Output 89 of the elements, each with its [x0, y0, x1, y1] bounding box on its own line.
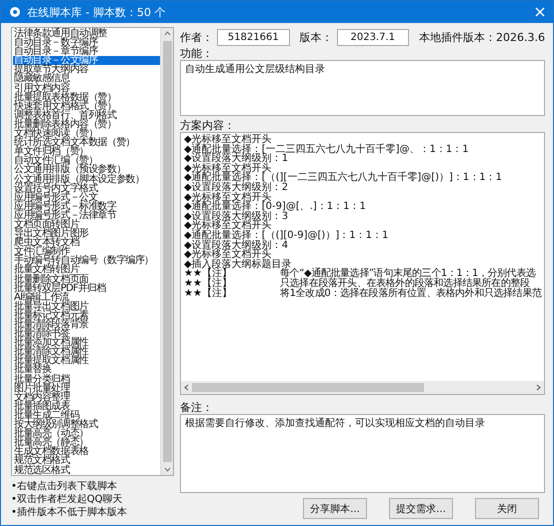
- script-list-item[interactable]: 应用编号形式－法律章节: [13, 210, 160, 220]
- script-content-label: 方案内容：: [180, 119, 235, 132]
- script-list-item[interactable]: 批量删除表格内容（赞）: [13, 120, 160, 130]
- note-text: 只选择在段落开头、在表格外的段落和选择结果所在的整段: [280, 278, 530, 288]
- script-step-line: ◆插入段落大纲标题目录: [184, 260, 292, 270]
- script-list-item[interactable]: 文档内容整理: [13, 392, 160, 402]
- script-step-line: ◆通配批量选择：[（(][一二三四五六七八九十百千零]@[)）]：1：1：1: [184, 173, 503, 183]
- scroll-up-icon[interactable]: [164, 31, 170, 36]
- script-list-item[interactable]: 批量提取表格数据（赞）: [13, 92, 160, 102]
- script-list-item[interactable]: 规范选区格式: [13, 466, 160, 475]
- local-version-text: 本地插件版本：2026.3.6: [419, 30, 545, 44]
- script-list-item[interactable]: 批量清除段落背景: [13, 320, 160, 330]
- script-list-item[interactable]: 批量转双层PDF并归档: [13, 284, 160, 293]
- scroll-left-icon[interactable]: [184, 384, 189, 391]
- script-list-item[interactable]: 批量分类归档: [13, 374, 160, 384]
- script-list-item[interactable]: 批量插图成表: [13, 402, 160, 411]
- version-label: 版本：: [300, 30, 332, 44]
- author-label: 作者：: [180, 30, 213, 44]
- script-list-item[interactable]: 统计所选文档文本数据（赞）: [13, 138, 160, 148]
- note-text: 将1全改成0：选择在段落所有位置、表格内外和只选择结果范: [280, 288, 542, 298]
- script-list-item[interactable]: 规范文档格式: [13, 456, 160, 466]
- script-step-line: ◆光标移至文档开头: [184, 221, 272, 231]
- script-list-item[interactable]: 批量删除文档页面: [13, 274, 160, 284]
- dialog-button[interactable]: 提交需求...: [389, 498, 453, 519]
- script-list-item[interactable]: AI编辑工作流: [13, 292, 160, 302]
- script-step-line: ◆通配批量选择：[一二三四五六七八九十百千零]@、：1：1：1: [184, 144, 470, 154]
- script-list-item[interactable]: 爬虫文本转文档: [13, 238, 160, 248]
- function-label: 功能：: [180, 47, 213, 60]
- script-list-item[interactable]: 图片批量处理: [13, 384, 160, 393]
- script-step-line: ◆通配批量选择：[0-9]@[、.]：1：1：1: [184, 202, 367, 212]
- script-step-line: ◆通配批量选择：[（(][0-9]@[)）]：1：1：1: [184, 230, 390, 241]
- script-list-item[interactable]: 法律条款通用自动调整: [13, 29, 160, 38]
- vertical-scrollbar[interactable]: [160, 28, 173, 475]
- author-field[interactable]: 51821661: [217, 28, 290, 46]
- script-list-item[interactable]: 手动编号转自动编号（数字编序）: [13, 256, 160, 266]
- script-list-item[interactable]: 批量替换: [13, 365, 160, 375]
- note-marker: ★★【注】: [184, 269, 232, 279]
- script-list-item[interactable]: 批量高亮（动态）: [13, 429, 160, 438]
- window-title: 在线脚本库 - 脚本数：50 个: [27, 4, 166, 20]
- script-list-item[interactable]: 自动文件汇编（赞）: [13, 156, 160, 166]
- scroll-down-icon[interactable]: [164, 467, 170, 472]
- script-list-item[interactable]: 批量提取文档属性: [13, 356, 160, 366]
- script-list-item[interactable]: 设置括号内文字格式: [13, 184, 160, 193]
- script-step-line: ◆设置段落大纲级别：3: [184, 212, 288, 222]
- note-marker: ★★【注】: [184, 288, 233, 298]
- script-step-line: ◆光标移至文档开头: [184, 135, 273, 145]
- note-text: 每个“◆通配批量选择”语句末尾的三个1：1：1，分别代表选: [280, 269, 536, 279]
- script-step-line: ◆光标移至文档开头: [184, 250, 273, 260]
- script-list-item[interactable]: 批量添加文档属性: [13, 338, 160, 348]
- script-step-line: ◆设置段落大纲级别：1: [184, 154, 290, 164]
- script-step-line: ◆设置段落大纲级别：2: [184, 182, 290, 193]
- script-list-item[interactable]: 批量文档转图片: [13, 265, 160, 275]
- script-content-field[interactable]: [180, 132, 545, 395]
- script-list-item[interactable]: 自动目录－数字编序: [13, 38, 160, 48]
- script-list-item[interactable]: 快速套用文档格式（赞）: [13, 102, 160, 111]
- script-list-item[interactable]: 文档页面转图片: [13, 220, 160, 230]
- script-list-item[interactable]: 提取章节大纲内容: [13, 65, 160, 74]
- script-list-item[interactable]: 隐藏敏感信息: [13, 74, 160, 84]
- app-icon: [9, 6, 21, 18]
- remarks-field[interactable]: 根据需要自行修改、添加查找通配符，可以实现相应文档的自动目录: [180, 414, 545, 493]
- script-list-item[interactable]: 应用编号形式－标准数字: [13, 202, 160, 211]
- script-list-item[interactable]: 应用编号形式－公文: [13, 192, 160, 202]
- script-step-line: ◆设置段落大纲级别：4: [184, 240, 288, 250]
- note-marker: ★★【注】: [184, 278, 233, 288]
- hint-text: •右键点击列表下载脚本: [11, 480, 118, 493]
- version-field[interactable]: 2023.7.1: [336, 28, 409, 46]
- script-list-item[interactable]: 批量高亮（静态）: [13, 438, 160, 448]
- script-list-item[interactable]: 批量清除文档属性: [13, 347, 160, 356]
- script-list-item[interactable]: 公文通用排版（预设参数）: [13, 165, 160, 174]
- script-list-item[interactable]: 引用文档内容: [13, 84, 160, 93]
- script-list-item[interactable]: 批量导出文档图片: [13, 302, 160, 311]
- scroll-right-icon[interactable]: [536, 384, 541, 391]
- horizontal-scrollbar[interactable]: [181, 381, 544, 394]
- close-icon[interactable]: [535, 7, 545, 17]
- script-list-item[interactable]: 批量标记文档元素: [13, 310, 160, 320]
- script-list-item[interactable]: 调整表格首行、首列格式: [13, 110, 160, 120]
- script-list-item[interactable]: 导出文档图片图形: [13, 229, 160, 238]
- script-list-item[interactable]: 按大纲级别调整格式: [13, 420, 160, 430]
- script-step-line: ◆光标移至文档开头: [184, 192, 272, 202]
- hint-text: •双击作者栏发起QQ聊天: [11, 493, 124, 506]
- dialog-button[interactable]: 关闭: [475, 498, 539, 519]
- remarks-label: 备注：: [180, 401, 213, 414]
- script-list-item[interactable]: 自动目录－章节编序: [13, 47, 160, 56]
- script-step-line: ◆光标移至文档开头: [184, 164, 272, 174]
- script-list-item[interactable]: 公文通用排版（脚本设定参数）: [13, 174, 160, 184]
- dialog-button[interactable]: 分享脚本...: [303, 498, 367, 519]
- hint-text: •插件版本不低于脚本版本: [11, 506, 128, 519]
- function-field[interactable]: 自动生成通用公文层级结构目录: [180, 60, 545, 116]
- script-list-item[interactable]: 生成文档数据表格: [13, 447, 160, 456]
